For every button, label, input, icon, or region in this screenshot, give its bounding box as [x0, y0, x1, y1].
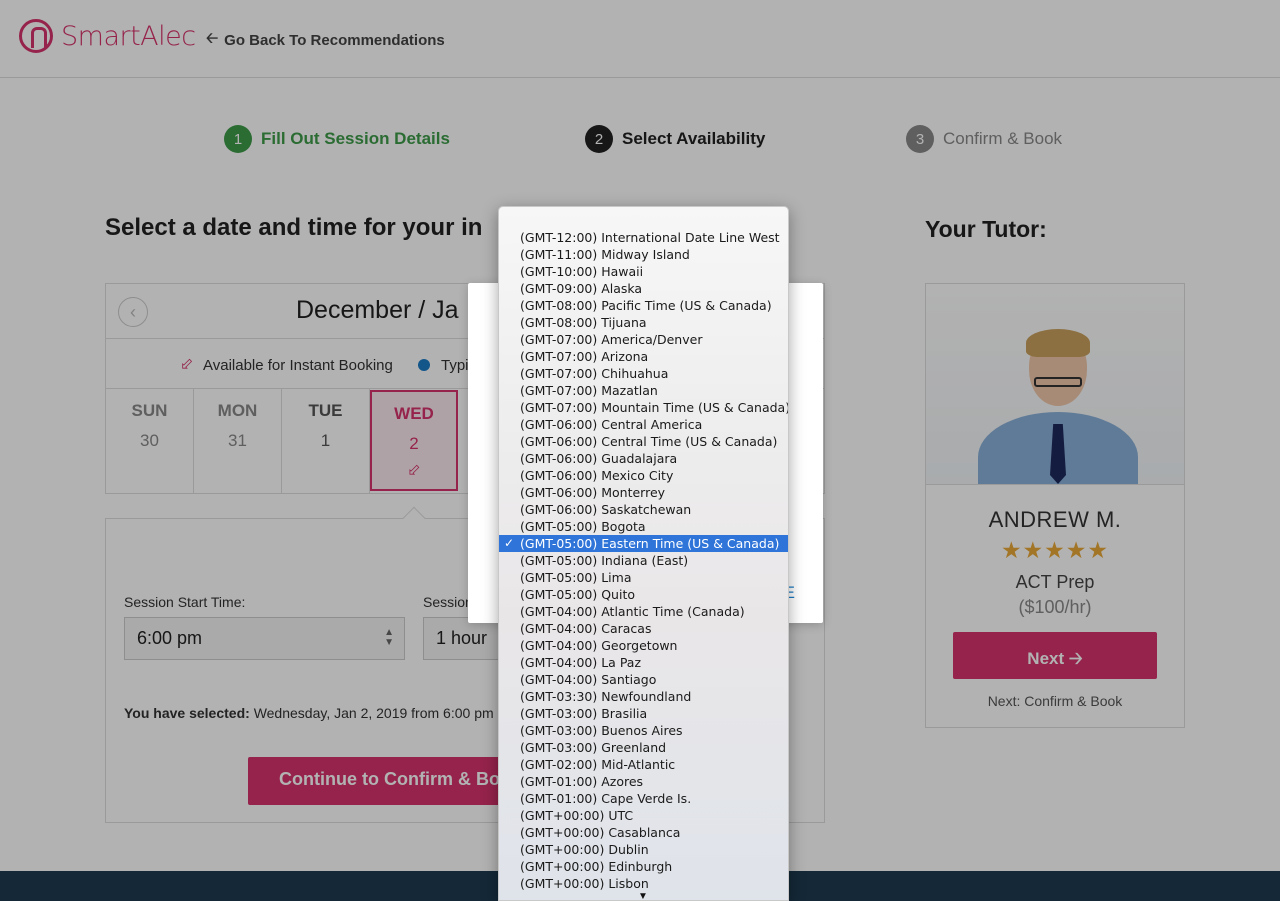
timezone-option[interactable]: (GMT-04:00) Georgetown	[499, 637, 788, 654]
timezone-option[interactable]: (GMT-07:00) Chihuahua	[499, 365, 788, 382]
timezone-option-label: (GMT-02:00) Mid-Atlantic	[520, 757, 676, 772]
timezone-option-label: (GMT-05:00) Eastern Time (US & Canada)	[520, 536, 780, 551]
timezone-option[interactable]: (GMT-07:00) Arizona	[499, 348, 788, 365]
timezone-option[interactable]: (GMT-06:00) Monterrey	[499, 484, 788, 501]
timezone-option-label: (GMT-11:00) Midway Island	[520, 247, 690, 262]
timezone-option[interactable]: (GMT-05:00) Indiana (East)	[499, 552, 788, 569]
timezone-option-label: (GMT-04:00) Caracas	[520, 621, 652, 636]
timezone-option[interactable]: (GMT-09:00) Alaska	[499, 280, 788, 297]
timezone-option-label: (GMT-06:00) Saskatchewan	[520, 502, 692, 517]
timezone-option-label: (GMT-09:00) Alaska	[520, 281, 643, 296]
timezone-option[interactable]: (GMT-03:00) Greenland	[499, 739, 788, 756]
timezone-option-label: (GMT-01:00) Azores	[520, 774, 644, 789]
timezone-option-label: (GMT-07:00) America/Denver	[520, 332, 703, 347]
scroll-down-icon[interactable]: ▼	[638, 891, 648, 900]
timezone-option-label: (GMT+00:00) Edinburgh	[520, 859, 673, 874]
timezone-option[interactable]: (GMT-07:00) Mountain Time (US & Canada)	[499, 399, 788, 416]
timezone-option-label: (GMT-12:00) International Date Line West	[520, 230, 780, 245]
timezone-option-label: (GMT+00:00) Casablanca	[520, 825, 681, 840]
timezone-option-label: (GMT-06:00) Central Time (US & Canada)	[520, 434, 778, 449]
timezone-option-label: (GMT-06:00) Guadalajara	[520, 451, 678, 466]
timezone-option-label: (GMT-06:00) Monterrey	[520, 485, 666, 500]
timezone-option[interactable]: (GMT-06:00) Central Time (US & Canada)	[499, 433, 788, 450]
timezone-option-label: (GMT-04:00) La Paz	[520, 655, 642, 670]
timezone-option-label: (GMT-05:00) Quito	[520, 587, 636, 602]
timezone-option-label: (GMT-10:00) Hawaii	[520, 264, 644, 279]
timezone-option-label: (GMT-06:00) Mexico City	[520, 468, 674, 483]
timezone-option[interactable]: (GMT-04:00) Caracas	[499, 620, 788, 637]
timezone-option-label: (GMT-07:00) Arizona	[520, 349, 649, 364]
timezone-option[interactable]: (GMT-03:00) Brasilia	[499, 705, 788, 722]
timezone-option[interactable]: (GMT-06:00) Saskatchewan	[499, 501, 788, 518]
timezone-option-label: (GMT+00:00) Dublin	[520, 842, 649, 857]
timezone-option-label: (GMT-03:00) Brasilia	[520, 706, 648, 721]
timezone-option-label: (GMT-03:00) Greenland	[520, 740, 667, 755]
timezone-option[interactable]: (GMT+00:00) Edinburgh	[499, 858, 788, 875]
timezone-option[interactable]: (GMT-07:00) Mazatlan	[499, 382, 788, 399]
timezone-option[interactable]: (GMT-04:00) La Paz	[499, 654, 788, 671]
timezone-option-selected[interactable]: ✓ (GMT-05:00) Eastern Time (US & Canada)	[499, 535, 788, 552]
timezone-option[interactable]: (GMT-11:00) Midway Island	[499, 246, 788, 263]
timezone-option[interactable]: (GMT+00:00) Dublin	[499, 841, 788, 858]
timezone-option-label: (GMT-04:00) Santiago	[520, 672, 657, 687]
timezone-option[interactable]: (GMT-08:00) Pacific Time (US & Canada)	[499, 297, 788, 314]
timezone-option-label: (GMT-06:00) Central America	[520, 417, 703, 432]
timezone-option[interactable]: (GMT-05:00) Lima	[499, 569, 788, 586]
timezone-option[interactable]: (GMT-06:00) Central America	[499, 416, 788, 433]
timezone-option[interactable]: (GMT-12:00) International Date Line West	[499, 229, 788, 246]
timezone-option[interactable]: (GMT-04:00) Atlantic Time (Canada)	[499, 603, 788, 620]
timezone-option-label: (GMT-07:00) Mountain Time (US & Canada)	[520, 400, 789, 415]
timezone-option-label: (GMT-04:00) Atlantic Time (Canada)	[520, 604, 745, 619]
timezone-option[interactable]: (GMT-07:00) America/Denver	[499, 331, 788, 348]
timezone-option-label: (GMT-07:00) Chihuahua	[520, 366, 669, 381]
timezone-option-label: (GMT-05:00) Lima	[520, 570, 632, 585]
timezone-option-label: (GMT+00:00) Lisbon	[520, 876, 649, 891]
timezone-option-label: (GMT-08:00) Tijuana	[520, 315, 647, 330]
timezone-option[interactable]: (GMT-10:00) Hawaii	[499, 263, 788, 280]
timezone-option[interactable]: (GMT-05:00) Bogota	[499, 518, 788, 535]
timezone-option-label: (GMT-01:00) Cape Verde Is.	[520, 791, 692, 806]
timezone-option-label: (GMT-03:30) Newfoundland	[520, 689, 692, 704]
timezone-option-label: (GMT-05:00) Bogota	[520, 519, 646, 534]
timezone-option[interactable]: (GMT+00:00) Casablanca	[499, 824, 788, 841]
timezone-option[interactable]: (GMT-06:00) Mexico City	[499, 467, 788, 484]
timezone-option-label: (GMT+00:00) UTC	[520, 808, 634, 823]
timezone-option[interactable]: (GMT-02:00) Mid-Atlantic	[499, 756, 788, 773]
timezone-option-label: (GMT-07:00) Mazatlan	[520, 383, 658, 398]
checkmark-icon: ✓	[504, 536, 515, 550]
timezone-option[interactable]: (GMT-01:00) Azores	[499, 773, 788, 790]
timezone-option[interactable]: (GMT-03:30) Newfoundland	[499, 688, 788, 705]
timezone-option[interactable]: (GMT-08:00) Tijuana	[499, 314, 788, 331]
timezone-option-label: (GMT-08:00) Pacific Time (US & Canada)	[520, 298, 772, 313]
timezone-option[interactable]: (GMT-01:00) Cape Verde Is.	[499, 790, 788, 807]
timezone-option[interactable]: (GMT+00:00) Lisbon	[499, 875, 788, 892]
timezone-option[interactable]: (GMT-05:00) Quito	[499, 586, 788, 603]
timezone-option-label: (GMT-04:00) Georgetown	[520, 638, 678, 653]
timezone-dropdown-list[interactable]: (GMT-12:00) International Date Line West…	[498, 206, 789, 901]
timezone-option-label: (GMT-05:00) Indiana (East)	[520, 553, 689, 568]
timezone-option[interactable]: (GMT-04:00) Santiago	[499, 671, 788, 688]
timezone-option-label: (GMT-03:00) Buenos Aires	[520, 723, 683, 738]
timezone-option[interactable]: (GMT+00:00) UTC	[499, 807, 788, 824]
timezone-option[interactable]: (GMT-03:00) Buenos Aires	[499, 722, 788, 739]
timezone-option[interactable]: (GMT-06:00) Guadalajara	[499, 450, 788, 467]
